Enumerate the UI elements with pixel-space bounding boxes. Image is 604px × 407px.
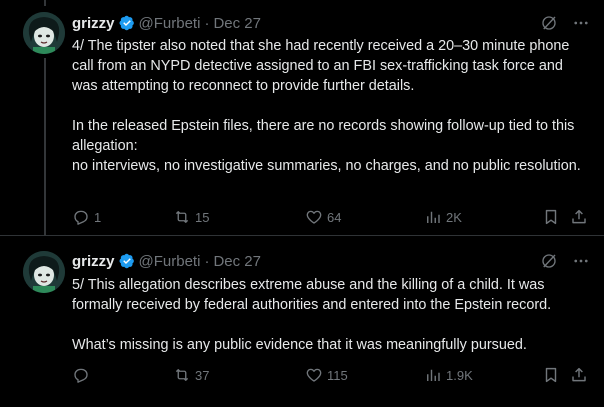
author-name[interactable]: grizzy	[72, 253, 115, 270]
share-icon	[572, 367, 586, 382]
thread-line-top	[44, 0, 46, 6]
reply-button[interactable]	[72, 365, 94, 385]
top-icons	[540, 252, 590, 270]
reply-count: 1	[94, 209, 102, 225]
post-date[interactable]: Dec 27	[213, 15, 261, 32]
top-icons	[540, 14, 590, 32]
like-icon	[306, 210, 322, 224]
tweet-text: 5/ This allegation describes extreme abu…	[72, 275, 590, 355]
avatar-image	[23, 251, 65, 293]
author-handle[interactable]: @Furbeti	[139, 253, 201, 270]
verified-badge-icon	[119, 15, 134, 31]
views-button[interactable]: 2K	[424, 207, 462, 227]
repost-count: 37	[195, 367, 210, 383]
post-date[interactable]: Dec 27	[213, 253, 261, 270]
separator-dot: ·	[204, 14, 210, 32]
separator-dot: ·	[204, 252, 210, 270]
like-button[interactable]: 64	[305, 207, 341, 227]
bookmark-icon	[545, 209, 557, 225]
verified-badge-icon	[119, 253, 134, 269]
view-count: 2K	[446, 209, 462, 225]
bookmark-button[interactable]	[542, 365, 560, 385]
author-handle[interactable]: @Furbeti	[139, 15, 201, 32]
tweet-paragraph: no interviews, no investigative summarie…	[72, 158, 581, 174]
author-name[interactable]: grizzy	[72, 15, 115, 32]
grok-icon[interactable]	[540, 14, 558, 32]
reply-icon	[74, 368, 88, 383]
tweet-text: 4/ The tipster also noted that she had r…	[72, 36, 590, 176]
repost-button[interactable]: 15	[173, 207, 209, 227]
more-icon[interactable]	[572, 252, 590, 270]
view-count: 1.9K	[446, 367, 473, 383]
tweet-1[interactable]: grizzy @Furbeti · Dec 27 4/ The tipster …	[0, 0, 604, 236]
grok-icon[interactable]	[540, 252, 558, 270]
repost-icon	[175, 211, 189, 223]
like-icon	[306, 368, 322, 382]
action-bar: 37 115 1.9K	[72, 365, 592, 385]
share-button[interactable]	[570, 207, 588, 227]
reply-button[interactable]: 1	[72, 207, 101, 227]
views-button[interactable]: 1.9K	[424, 365, 473, 385]
views-icon	[427, 369, 440, 381]
avatar[interactable]	[23, 251, 65, 293]
thread-line	[44, 58, 46, 236]
tweet-paragraph: What’s missing is any public evidence th…	[72, 337, 527, 353]
tweet-2[interactable]: grizzy @Furbeti · Dec 27 5/ This allegat…	[0, 236, 604, 407]
reply-icon	[74, 210, 88, 225]
repost-button[interactable]: 37	[173, 365, 209, 385]
like-count: 64	[327, 209, 342, 225]
avatar-image	[23, 12, 65, 54]
action-bar: 1 15 64 2K	[72, 207, 592, 227]
bookmark-icon	[545, 367, 557, 383]
repost-count: 15	[195, 209, 210, 225]
tweet-header: grizzy @Furbeti · Dec 27	[72, 251, 261, 271]
tweet-paragraph: 4/ The tipster also noted that she had r…	[72, 38, 570, 94]
repost-icon	[175, 369, 189, 381]
tweet-paragraph: In the released Epstein files, there are…	[72, 118, 575, 154]
share-icon	[572, 209, 586, 224]
avatar[interactable]	[23, 12, 65, 54]
more-icon[interactable]	[572, 14, 590, 32]
like-button[interactable]: 115	[305, 365, 348, 385]
views-icon	[427, 211, 440, 223]
like-count: 115	[327, 367, 348, 383]
share-button[interactable]	[570, 365, 588, 385]
tweet-paragraph: 5/ This allegation describes extreme abu…	[72, 277, 552, 313]
tweet-header: grizzy @Furbeti · Dec 27	[72, 13, 261, 33]
bookmark-button[interactable]	[542, 207, 560, 227]
